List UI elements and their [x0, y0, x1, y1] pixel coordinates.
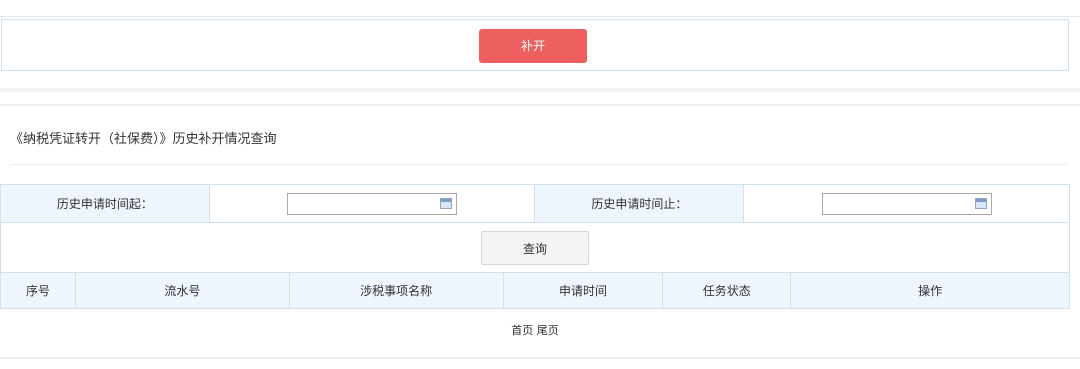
col-header-serial: 流水号 [74, 272, 290, 309]
start-date-label: 历史申请时间起： [0, 184, 210, 223]
results-header-row: 序号 流水号 涉税事项名称 申请时间 任务状态 操作 [0, 272, 1070, 309]
reissue-panel: 补开 [1, 19, 1069, 71]
start-date-input[interactable] [287, 192, 458, 215]
search-form: 历史申请时间起： 历史申请时间止： 查询 [0, 184, 1070, 273]
end-date-cell [743, 184, 1070, 223]
last-page-link[interactable]: 尾页 [537, 324, 559, 337]
end-date-input[interactable] [821, 192, 992, 215]
section-separator [0, 88, 1080, 92]
reissue-button[interactable]: 补开 [479, 29, 587, 63]
col-header-status: 任务状态 [662, 272, 792, 309]
query-row: 查询 [0, 222, 1070, 273]
bottom-divider [0, 357, 1080, 359]
title-divider [10, 164, 1068, 165]
col-header-apply-time: 申请时间 [502, 272, 664, 309]
top-divider [0, 16, 1080, 17]
end-date-label: 历史申请时间止： [534, 184, 745, 223]
results-table: 序号 流水号 涉税事项名称 申请时间 任务状态 操作 [0, 272, 1070, 309]
query-button[interactable]: 查询 [481, 230, 589, 265]
first-page-link[interactable]: 首页 [511, 324, 533, 337]
section-separator-line [0, 104, 1080, 106]
col-header-index: 序号 [0, 272, 76, 309]
start-date-cell [208, 184, 536, 223]
col-header-actions: 操作 [790, 272, 1070, 309]
page-title: 《纳税凭证转开（社保费）》历史补开情况查询 [10, 132, 277, 147]
col-header-item-name: 涉税事项名称 [288, 272, 504, 309]
calendar-icon[interactable] [440, 197, 453, 209]
calendar-icon[interactable] [974, 197, 987, 209]
pagination: 首页 尾页 [0, 322, 1070, 338]
